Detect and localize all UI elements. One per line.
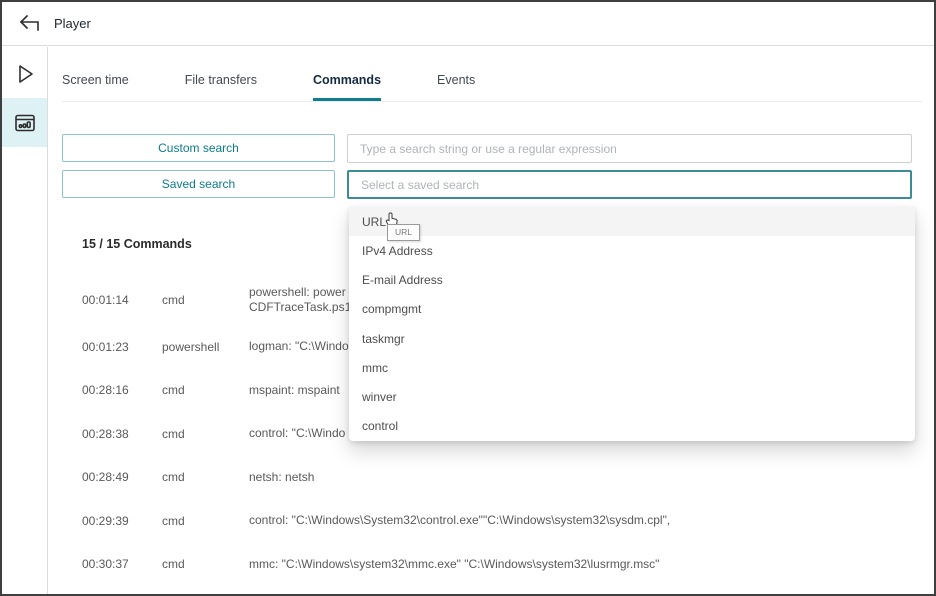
tab-screen-time[interactable]: Screen time xyxy=(62,73,129,101)
sidebar-item-player[interactable] xyxy=(2,49,47,98)
main-content: Screen time File transfers Commands Events … xyxy=(48,47,934,594)
activity-stats-icon xyxy=(14,114,35,131)
dropdown-item-label: IPv4 Address xyxy=(362,243,433,258)
tab-label: Screen time xyxy=(62,73,129,87)
tab-bar: Screen time File transfers Commands Events xyxy=(62,47,922,102)
commands-count-summary: 15 / 15 Commands xyxy=(82,237,192,251)
dropdown-item-control[interactable]: control xyxy=(349,412,915,441)
row-command: control: "C:\Windows\System32\control.ex… xyxy=(249,513,671,528)
row-process: cmd xyxy=(162,293,185,307)
tab-label: Commands xyxy=(312,73,382,87)
row-time: 00:30:37 xyxy=(82,557,129,572)
dropdown-item-compmgmt[interactable]: compmgmt xyxy=(349,295,915,324)
saved-search-button[interactable]: Saved search xyxy=(62,170,335,198)
page-title: Player xyxy=(54,16,91,31)
dropdown-item-label: mmc xyxy=(362,360,388,375)
row-command: netsh: netsh xyxy=(249,469,315,484)
player-window: Player Screen time File transfers Commands… xyxy=(0,0,936,596)
row-process: cmd xyxy=(162,470,185,485)
row-time: 00:01:14 xyxy=(82,293,129,307)
row-time: 00:29:39 xyxy=(82,513,129,528)
search-area: Custom search Saved search xyxy=(62,134,912,199)
tab-label: Events xyxy=(437,73,476,87)
dropdown-item-label: taskmgr xyxy=(362,331,405,346)
search-string-input[interactable] xyxy=(347,134,912,163)
row-process: cmd xyxy=(162,513,185,528)
back-arrow-icon xyxy=(19,14,39,31)
row-process: cmd xyxy=(162,426,185,441)
tab-commands[interactable]: Commands xyxy=(312,73,382,101)
back-button[interactable] xyxy=(14,9,44,39)
tab-label: File transfers xyxy=(184,73,257,87)
tab-file-transfers[interactable]: File transfers xyxy=(185,73,257,101)
dropdown-item-ipv4-address[interactable]: IPv4 Address xyxy=(349,236,915,265)
dropdown-item-label: E-mail Address xyxy=(362,273,443,288)
search-buttons: Custom search Saved search xyxy=(62,134,335,199)
row-time: 00:28:38 xyxy=(82,426,129,441)
tab-events[interactable]: Events xyxy=(437,73,475,101)
dropdown-item-label: compmgmt xyxy=(362,302,422,317)
sidebar-item-activity-stats[interactable] xyxy=(2,98,47,147)
saved-search-dropdown: URL IPv4 Address E-mail Address compmgmt tas… xyxy=(349,207,915,441)
saved-search-input[interactable] xyxy=(347,170,912,199)
dropdown-item-taskmgr[interactable]: taskmgr xyxy=(349,324,915,353)
dropdown-item-label: control xyxy=(362,419,399,434)
top-bar: Player xyxy=(2,2,934,46)
custom-search-button[interactable]: Custom search xyxy=(62,134,335,162)
row-process: cmd xyxy=(162,557,185,572)
row-process: cmd xyxy=(162,383,185,398)
dropdown-item-label: winver xyxy=(362,390,397,405)
play-icon xyxy=(18,64,33,83)
dropdown-item-url[interactable]: URL xyxy=(349,207,915,237)
row-process: powershell xyxy=(162,339,220,354)
table-row[interactable]: 00:29:39 cmd control: "C:\Windows\System… xyxy=(82,499,934,543)
search-inputs xyxy=(347,134,912,199)
row-command: mmc: "C:\Windows\system32\mmc.exe" "C:\W… xyxy=(249,556,660,571)
table-row[interactable]: 00:28:49 cmd netsh: netsh xyxy=(82,456,934,500)
row-time: 00:01:23 xyxy=(82,339,129,354)
row-time: 00:28:16 xyxy=(82,383,129,398)
dropdown-list: URL IPv4 Address E-mail Address compmgmt tas… xyxy=(349,207,915,441)
dropdown-item-e-mail-address[interactable]: E-mail Address xyxy=(349,266,915,295)
sidebar xyxy=(2,47,48,594)
dropdown-item-winver[interactable]: winver xyxy=(349,383,915,412)
table-row[interactable]: 00:30:37 cmd mmc: "C:\Windows\system32\m… xyxy=(82,543,934,587)
row-time: 00:28:49 xyxy=(82,470,129,485)
dropdown-item-label: URL xyxy=(362,214,387,229)
dropdown-item-mmc[interactable]: mmc xyxy=(349,353,915,382)
